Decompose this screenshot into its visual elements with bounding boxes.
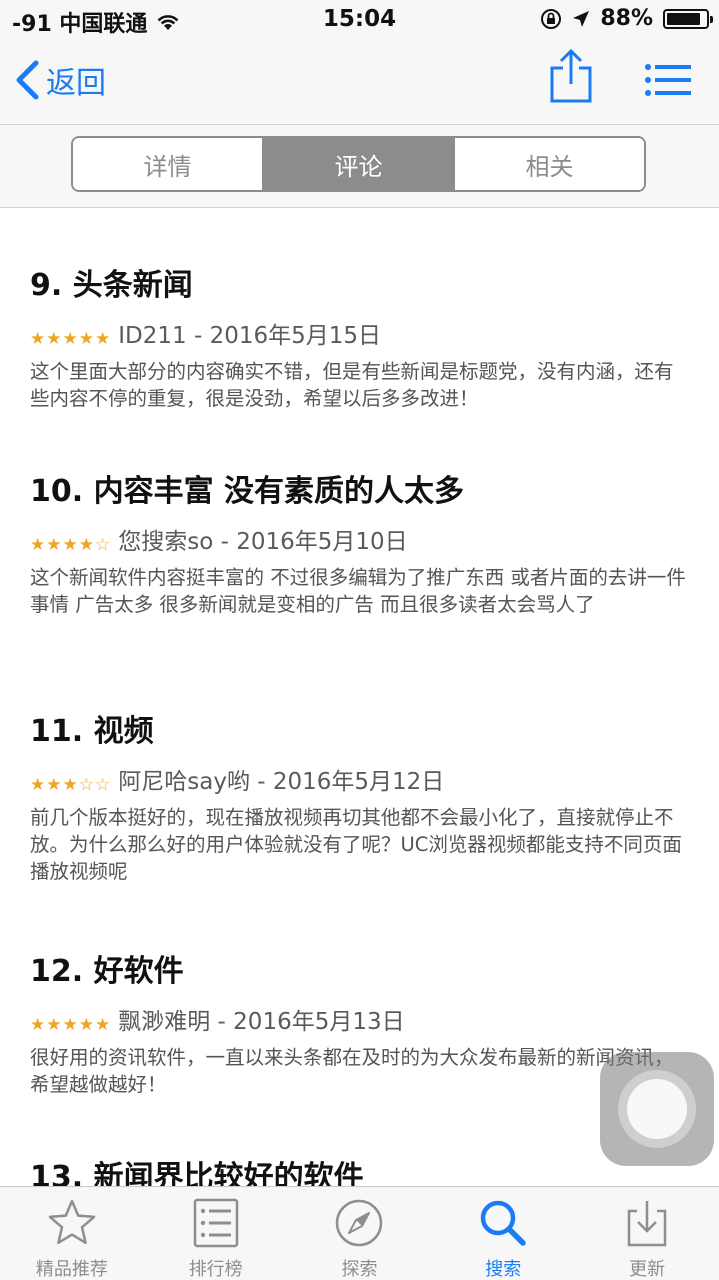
star-filled-icon: ★ <box>30 775 46 795</box>
share-icon <box>550 48 592 103</box>
star-rating: ★ ★ ★ ☆ ☆ <box>30 777 110 796</box>
star-rating: ★ ★ ★ ★ ★ <box>30 1017 110 1036</box>
tab-featured[interactable]: 精品推荐 <box>0 1187 144 1280</box>
list-menu-icon <box>645 64 691 96</box>
list-icon <box>193 1198 238 1248</box>
review-item: 12. 好软件 ★ ★ ★ ★ ★ 飘渺难明 - 2016年5月13日 很好用的资讯软件… <box>30 946 690 1098</box>
star-filled-icon: ★ <box>78 1015 94 1035</box>
battery-percent: 88% <box>600 6 653 31</box>
review-body: 前几个版本挺好的，现在播放视频再切其他都不会最小化了，直接就停止不放。为什么那么… <box>30 806 682 883</box>
tab-updates[interactable]: 更新 <box>575 1187 719 1280</box>
back-label: 返回 <box>46 66 106 101</box>
review-item: 13. 新闻界比较好的软件 <box>30 1152 690 1186</box>
tab-label: 排行榜 <box>188 1259 243 1280</box>
review-meta: ★ ★ ★ ☆ ☆ 阿尼哈say哟 - 2016年5月12日 <box>30 762 690 796</box>
review-body: 这个新闻软件内容挺丰富的 不过很多编辑为了推广东西 或者片面的去讲一件事情 广告… <box>30 566 686 616</box>
review-author-date: ID211 - 2016年5月15日 <box>118 323 381 349</box>
review-title: 9. 头条新闻 <box>30 268 193 303</box>
rotation-lock-icon <box>541 8 562 29</box>
tab-details[interactable]: 详情 <box>73 138 264 190</box>
review-item: 10. 内容丰富 没有素质的人太多 ★ ★ ★ ★ ☆ 您搜索so - 2016年5月1… <box>30 466 690 618</box>
review-meta: ★ ★ ★ ★ ★ 飘渺难明 - 2016年5月13日 <box>30 1002 690 1036</box>
chevron-left-icon <box>16 60 39 100</box>
tab-label: 探索 <box>341 1259 378 1280</box>
share-button[interactable] <box>548 48 594 104</box>
review-meta: ★ ★ ★ ★ ☆ 您搜索so - 2016年5月10日 <box>30 522 690 556</box>
segmented-control: 详情 评论 相关 <box>71 136 646 192</box>
assistive-touch-button[interactable] <box>600 1052 714 1166</box>
review-item: 9. 头条新闻 ★ ★ ★ ★ ★ ID211 - 2016年5月15日 这个里面大部分… <box>30 260 690 412</box>
tab-explore[interactable]: 探索 <box>288 1187 432 1280</box>
review-title: 12. 好软件 <box>30 954 184 989</box>
star-filled-icon: ★ <box>95 329 111 349</box>
star-filled-icon: ★ <box>62 775 78 795</box>
battery-icon <box>663 8 713 29</box>
status-right: 88% <box>540 6 713 31</box>
star-empty-icon: ☆ <box>78 775 94 795</box>
star-filled-icon: ★ <box>30 1015 46 1035</box>
compass-icon <box>336 1199 383 1247</box>
star-filled-icon: ★ <box>62 535 78 555</box>
review-list[interactable]: 9. 头条新闻 ★ ★ ★ ★ ★ ID211 - 2016年5月15日 这个里面大部分… <box>0 208 719 1186</box>
star-icon <box>48 1199 96 1245</box>
back-button[interactable]: 返回 <box>14 58 106 102</box>
review-item: 11. 视频 ★ ★ ★ ☆ ☆ 阿尼哈say哟 - 2016年5月12日 前几个版本挺… <box>30 706 690 885</box>
star-empty-icon: ☆ <box>95 535 111 555</box>
review-body: 很好用的资讯软件，一直以来头条都在及时的为大众发布最新的新闻资讯，希望越做越好！ <box>30 1046 674 1096</box>
download-icon <box>627 1201 667 1247</box>
status-bar: -91 中国联通 15:04 88% <box>0 0 719 40</box>
nav-bar: 返回 <box>0 40 719 124</box>
segment-bar: 详情 评论 相关 <box>0 124 719 208</box>
location-arrow-icon <box>573 10 590 27</box>
review-title: 11. 视频 <box>30 714 154 749</box>
star-filled-icon: ★ <box>46 329 62 349</box>
review-title: 10. 内容丰富 没有素质的人太多 <box>30 474 465 509</box>
tab-charts[interactable]: 排行榜 <box>144 1187 288 1280</box>
star-filled-icon: ★ <box>62 1015 78 1035</box>
tab-label: 更新 <box>629 1259 666 1280</box>
list-menu-button[interactable] <box>644 62 692 98</box>
tab-search[interactable]: 搜索 <box>431 1187 575 1280</box>
star-empty-icon: ☆ <box>95 775 111 795</box>
star-filled-icon: ★ <box>62 329 78 349</box>
star-filled-icon: ★ <box>95 1015 111 1035</box>
star-filled-icon: ★ <box>46 535 62 555</box>
star-filled-icon: ★ <box>46 1015 62 1035</box>
review-title: 13. 新闻界比较好的软件 <box>30 1160 364 1186</box>
star-filled-icon: ★ <box>30 329 46 349</box>
review-meta: ★ ★ ★ ★ ★ ID211 - 2016年5月15日 <box>30 316 690 350</box>
star-filled-icon: ★ <box>30 535 46 555</box>
tab-label: 精品推荐 <box>35 1259 108 1280</box>
star-rating: ★ ★ ★ ★ ☆ <box>30 537 110 556</box>
star-filled-icon: ★ <box>46 775 62 795</box>
review-author-date: 阿尼哈say哟 - 2016年5月12日 <box>118 769 445 795</box>
star-rating: ★ ★ ★ ★ ★ <box>30 331 110 350</box>
review-author-date: 您搜索so - 2016年5月10日 <box>118 529 408 555</box>
tab-bar: 精品推荐 排行榜 探索 搜索 更新 <box>0 1186 719 1280</box>
tab-related[interactable]: 相关 <box>455 138 644 190</box>
review-body: 这个里面大部分的内容确实不错，但是有些新闻是标题党，没有内涵，还有些内容不停的重… <box>30 360 674 410</box>
star-filled-icon: ★ <box>78 535 94 555</box>
assistive-touch-core <box>627 1079 687 1139</box>
tab-label: 搜索 <box>485 1259 522 1280</box>
review-author-date: 飘渺难明 - 2016年5月13日 <box>118 1009 405 1035</box>
battery-fill <box>667 12 701 25</box>
star-filled-icon: ★ <box>78 329 94 349</box>
search-icon <box>481 1200 527 1246</box>
tab-reviews[interactable]: 评论 <box>264 138 455 190</box>
